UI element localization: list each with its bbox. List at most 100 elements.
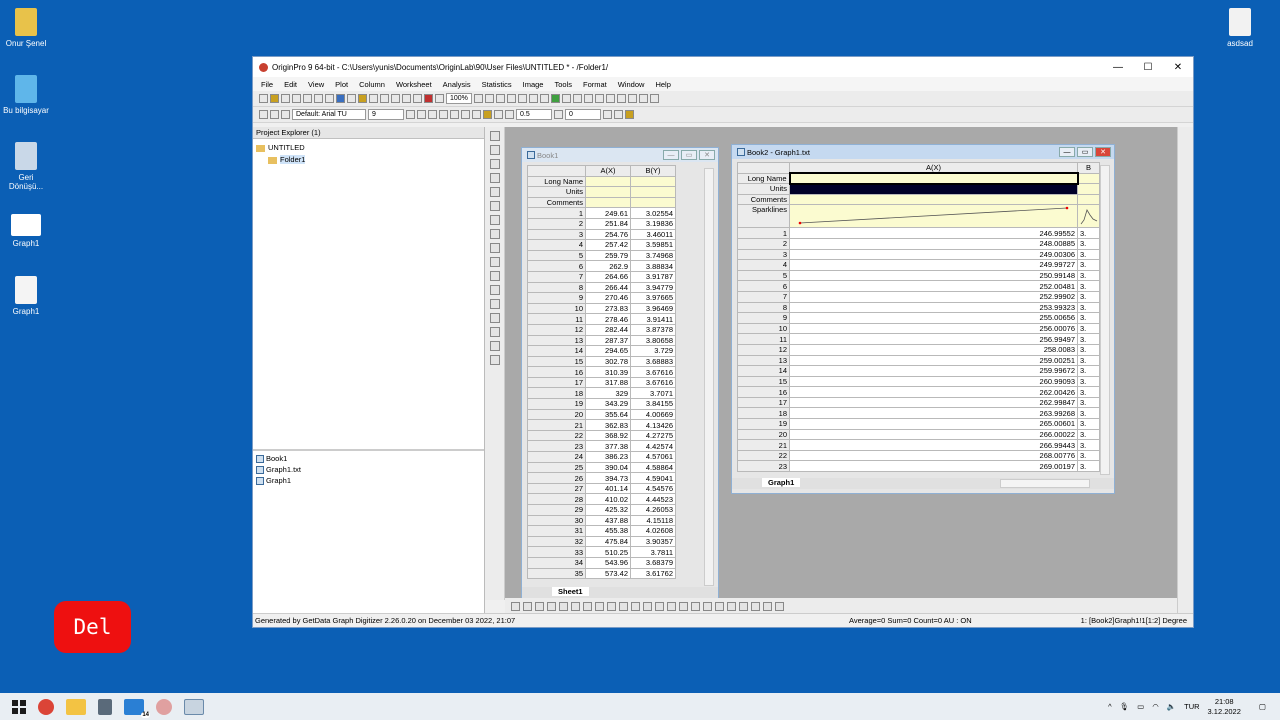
hand-tool-icon[interactable]	[489, 299, 500, 309]
row-number[interactable]: 25	[527, 461, 586, 474]
book2-hscrollbar[interactable]	[1000, 479, 1090, 488]
cell-b[interactable]: 4.27275	[630, 429, 676, 442]
row-number[interactable]: 22	[737, 449, 790, 462]
cell-a[interactable]: 386.23	[585, 451, 631, 463]
cell-b[interactable]: 3.	[1077, 354, 1100, 367]
arrow-tool-icon[interactable]	[489, 257, 500, 267]
cell-a[interactable]: 362.83	[585, 419, 631, 431]
cell-b[interactable]: 3.87378	[630, 323, 676, 336]
polar-icon[interactable]	[655, 601, 664, 611]
add-column-icon[interactable]	[550, 94, 560, 103]
maximize-button[interactable]: ☐	[1133, 62, 1163, 73]
column-plot-icon[interactable]	[547, 601, 556, 611]
cell-b[interactable]: 4.13426	[630, 419, 676, 431]
row-number[interactable]: 30	[527, 514, 586, 527]
book1-titlebar[interactable]: Book1 — ▭ ✕	[522, 148, 718, 162]
calculator-icon[interactable]	[98, 698, 112, 715]
column-header-b[interactable]: B	[1077, 162, 1100, 174]
row-number[interactable]: 33	[527, 546, 586, 558]
cell-a[interactable]: 266.00022	[789, 428, 1078, 441]
cell-a[interactable]: 368.92	[585, 429, 631, 442]
script-window-icon[interactable]	[528, 94, 538, 103]
list-item-graph1-txt[interactable]: Graph1.txt	[256, 464, 481, 475]
row-number[interactable]: 7	[737, 290, 790, 303]
row-number[interactable]: 32	[527, 535, 586, 548]
draw-data-icon[interactable]	[489, 229, 500, 239]
row-number[interactable]: 4	[527, 239, 586, 251]
cell-b[interactable]: 3.68379	[630, 556, 676, 569]
font-color-icon[interactable]	[472, 110, 481, 119]
row-number[interactable]: 31	[527, 525, 586, 537]
desktop-icon-graph1-image[interactable]: Graph1	[0, 214, 56, 248]
cell-b[interactable]: 4.15118	[630, 514, 676, 527]
notifications-icon[interactable]: ▢	[1259, 702, 1266, 711]
cell-a[interactable]: 264.66	[585, 270, 631, 283]
cell-a[interactable]: 543.96	[585, 556, 631, 569]
border-icon[interactable]	[554, 110, 563, 119]
cell-b[interactable]: 3.	[1077, 269, 1100, 282]
cell-b[interactable]: 3.91411	[630, 313, 676, 325]
row-number[interactable]: 8	[527, 281, 586, 294]
cell-a[interactable]: 256.00076	[789, 322, 1078, 335]
cell-b[interactable]: 3.	[1077, 449, 1100, 462]
sort-icon[interactable]	[594, 94, 604, 103]
row-number[interactable]: 17	[737, 396, 790, 409]
cell-b[interactable]: 3.90357	[630, 535, 676, 548]
book2-minimize-button[interactable]: —	[1059, 147, 1075, 157]
legend-icon[interactable]	[763, 601, 772, 611]
new-graph-icon[interactable]	[292, 94, 301, 103]
cell-a[interactable]: 317.88	[585, 376, 631, 389]
cell-a[interactable]: 263.99268	[789, 407, 1078, 420]
scale-icon[interactable]	[489, 173, 500, 183]
cell-a[interactable]: 270.46	[585, 292, 631, 304]
cell-a[interactable]: 573.42	[585, 567, 631, 580]
desktop-icon-recycle[interactable]: Geri Dönüşü...	[0, 142, 56, 191]
row-number[interactable]: 23	[527, 440, 586, 453]
cell-b[interactable]: 3.	[1077, 418, 1100, 430]
import-wizard-icon[interactable]	[347, 94, 356, 103]
cell-b[interactable]: 3.88834	[630, 260, 676, 272]
cell-a[interactable]: 258.0083	[789, 343, 1078, 356]
row-number[interactable]: 23	[737, 460, 790, 473]
row-number[interactable]: 1	[527, 207, 586, 219]
column-header-a[interactable]: A(X)	[585, 165, 631, 177]
superscript-icon[interactable]	[439, 110, 448, 119]
file-explorer-icon[interactable]	[66, 698, 86, 715]
import-icon[interactable]	[336, 94, 345, 103]
cell-b[interactable]: 3.61762	[630, 567, 676, 580]
row-number[interactable]: 9	[527, 292, 586, 304]
layer-add-icon[interactable]	[691, 601, 700, 611]
cell-a[interactable]: 269.00197	[789, 460, 1078, 473]
cell-b[interactable]: 3.	[1077, 301, 1100, 314]
cell-a[interactable]: 256.99497	[789, 333, 1078, 345]
row-number[interactable]: 3	[737, 248, 790, 261]
cell-a[interactable]: 377.38	[585, 440, 631, 453]
pie-plot-icon[interactable]	[571, 601, 580, 611]
row-number[interactable]: 35	[527, 567, 586, 580]
cell-b[interactable]: 3.	[1077, 365, 1100, 377]
cell-b[interactable]: 3.	[1077, 322, 1100, 335]
row-number[interactable]: 1	[737, 227, 790, 239]
row-number[interactable]: 22	[527, 429, 586, 442]
cell-b[interactable]: 3.02554	[630, 207, 676, 219]
cell-b[interactable]: 3.	[1077, 343, 1100, 356]
filter-icon[interactable]	[605, 94, 615, 103]
column-header-b[interactable]: B(Y)	[630, 165, 676, 177]
font-select[interactable]: Default: Arial TU	[292, 109, 366, 120]
cell-b[interactable]: 4.57061	[630, 451, 676, 463]
cell-a[interactable]: 475.84	[585, 535, 631, 548]
line-color-icon[interactable]	[505, 110, 514, 119]
row-number[interactable]: 13	[527, 334, 586, 347]
greek-icon[interactable]	[461, 110, 470, 119]
italic-icon[interactable]	[417, 110, 426, 119]
copy-icon[interactable]	[270, 110, 279, 119]
cell-a[interactable]: 252.99902	[789, 290, 1078, 303]
duplicate-icon[interactable]	[424, 94, 433, 103]
cell-a[interactable]: 310.39	[585, 366, 631, 378]
cut-icon[interactable]	[259, 110, 268, 119]
rescale-icon[interactable]	[739, 601, 748, 611]
messaging-icon[interactable]: 14	[124, 698, 150, 718]
book1-close-button[interactable]: ✕	[699, 150, 715, 160]
cell-a[interactable]: 455.38	[585, 525, 631, 537]
bold-icon[interactable]	[406, 110, 415, 119]
